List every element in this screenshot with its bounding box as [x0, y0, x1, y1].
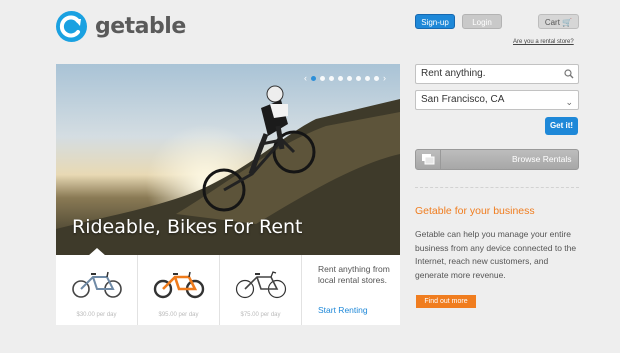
- slide-dot[interactable]: [311, 75, 316, 81]
- slide-dot[interactable]: [329, 75, 334, 81]
- location-value: San Francisco, CA: [421, 94, 505, 105]
- product-card[interactable]: $75.00 per day: [220, 255, 302, 325]
- find-out-more-button[interactable]: Find out more: [416, 295, 476, 308]
- price-label: $95.00 per day: [158, 312, 199, 318]
- slide-dot[interactable]: [338, 75, 343, 81]
- bike-icon: [153, 271, 205, 299]
- business-description: Getable can help you manage your entire …: [415, 229, 577, 280]
- price-label: $30.00 per day: [76, 312, 117, 318]
- search-placeholder: Rent anything.: [421, 68, 486, 79]
- slide-dot[interactable]: [347, 75, 352, 81]
- logo-text: getable: [95, 14, 186, 39]
- search-icon[interactable]: [564, 69, 574, 79]
- bike-icon: [235, 271, 287, 299]
- chevron-down-icon: ⌄: [565, 97, 573, 107]
- slide-indicator: ‹ ›: [304, 73, 386, 83]
- start-renting-link[interactable]: Start Renting: [318, 305, 368, 315]
- product-card[interactable]: $95.00 per day: [138, 255, 220, 325]
- next-arrow-icon[interactable]: ›: [383, 73, 386, 83]
- cart-icon: 🛒: [562, 18, 573, 27]
- hero-title: Rideable, Bikes For Rent: [72, 216, 303, 238]
- hero-slideshow[interactable]: ‹ › Rideable, Bikes For Rent: [56, 64, 400, 255]
- browse-rentals-button[interactable]: Browse Rentals: [415, 149, 579, 170]
- section-divider: [415, 187, 579, 188]
- login-button[interactable]: Login: [462, 14, 502, 29]
- promo-text: Rent anything from local rental stores.: [318, 264, 390, 285]
- business-title: Getable for your business: [415, 205, 535, 217]
- browse-rentals-label: Browse Rentals: [512, 154, 572, 164]
- slide-dot[interactable]: [374, 75, 379, 81]
- bike-icon: [72, 271, 122, 298]
- browse-icon-box: [416, 150, 441, 169]
- slide-dot[interactable]: [365, 75, 370, 81]
- cart-button[interactable]: Cart 🛒: [538, 14, 579, 29]
- signup-button[interactable]: Sign-up: [415, 14, 455, 29]
- price-label: $75.00 per day: [240, 312, 281, 318]
- rental-store-link[interactable]: Are you a rental store?: [513, 39, 574, 45]
- monitor-icon: [422, 154, 435, 165]
- location-select[interactable]: San Francisco, CA ⌄: [415, 90, 579, 110]
- slide-dot[interactable]: [320, 75, 325, 81]
- logo-icon: [56, 11, 87, 42]
- get-it-button[interactable]: Get it!: [545, 117, 578, 135]
- prev-arrow-icon[interactable]: ‹: [304, 73, 307, 83]
- search-input[interactable]: Rent anything.: [415, 64, 579, 84]
- slide-dot[interactable]: [356, 75, 361, 81]
- getable-logo[interactable]: getable: [56, 11, 186, 42]
- cart-label: Cart: [544, 18, 560, 27]
- product-card[interactable]: $30.00 per day: [56, 255, 138, 325]
